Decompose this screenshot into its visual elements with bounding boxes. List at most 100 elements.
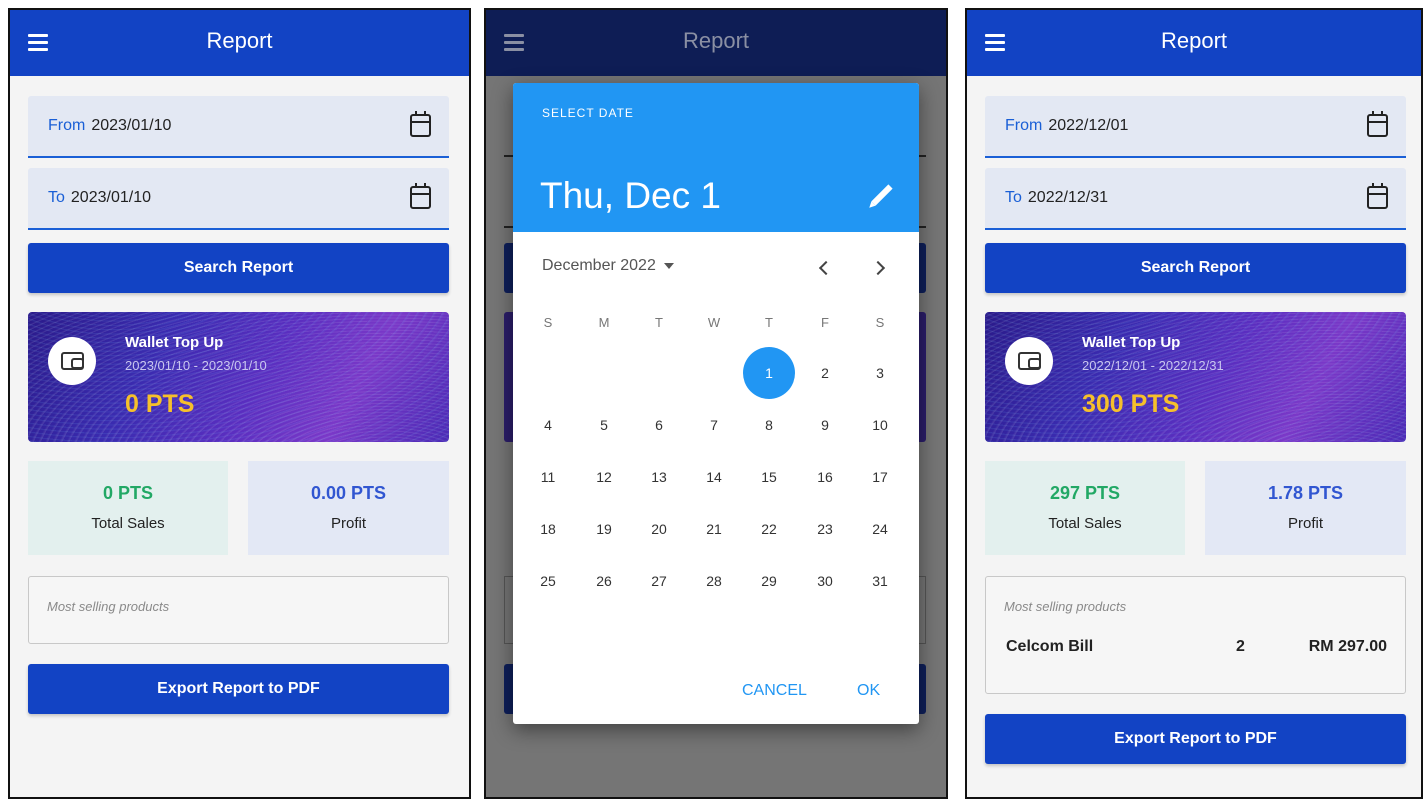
to-label: To: [1005, 189, 1022, 206]
search-report-button[interactable]: Search Report: [28, 243, 449, 293]
total-sales-value: 297 PTS: [1049, 483, 1121, 503]
calendar-icon[interactable]: [410, 183, 431, 209]
calendar-day[interactable]: 12: [582, 455, 626, 499]
to-date-value: 2022/12/31: [1027, 189, 1108, 206]
chevron-left-icon[interactable]: [813, 257, 835, 279]
calendar-day[interactable]: 16: [803, 455, 847, 499]
month-year-label: December 2022: [542, 257, 656, 274]
wallet-title: Wallet Top Up: [1082, 334, 1181, 351]
calendar-day[interactable]: 17: [858, 455, 902, 499]
calendar-day[interactable]: 6: [637, 403, 681, 447]
from-date-value: 2023/01/10: [91, 117, 172, 134]
weekday-label: F: [821, 315, 829, 330]
wallet-date-range: 2022/12/01 - 2022/12/31: [1082, 358, 1224, 373]
to-date-value: 2023/01/10: [70, 189, 151, 206]
product-name: Celcom Bill: [1006, 638, 1094, 655]
selected-date: Thu, Dec 1: [540, 175, 721, 216]
calendar-day[interactable]: 30: [803, 559, 847, 603]
calendar-day[interactable]: 7: [692, 403, 736, 447]
calendar-day-selected[interactable]: 1: [743, 347, 795, 399]
from-label: From: [1005, 117, 1043, 134]
calendar-day[interactable]: 2: [803, 351, 847, 395]
export-pdf-button[interactable]: Export Report to PDF: [28, 664, 449, 714]
weekday-label: S: [543, 315, 553, 330]
app-bar: Report: [967, 10, 1421, 76]
profit-card: 1.78 PTS Profit: [1205, 461, 1406, 555]
wallet-title: Wallet Top Up: [125, 334, 224, 351]
calendar-day[interactable]: 15: [747, 455, 791, 499]
calendar-icon[interactable]: [1367, 111, 1388, 137]
from-date-value: 2022/12/01: [1048, 117, 1129, 134]
calendar-day[interactable]: 27: [637, 559, 681, 603]
wallet-card: Wallet Top Up 2023/01/10 - 2023/01/10 0 …: [28, 312, 449, 442]
calendar-day[interactable]: 5: [582, 403, 626, 447]
calendar-day[interactable]: 20: [637, 507, 681, 551]
profit-label: Profit: [330, 515, 366, 532]
calendar-day[interactable]: 25: [526, 559, 570, 603]
calendar-day[interactable]: 22: [747, 507, 791, 551]
calendar-day[interactable]: 29: [747, 559, 791, 603]
report-screen-results: Report From 2022/12/01 To 2022/12/31 Searc…: [965, 8, 1423, 799]
app-bar: Report: [486, 10, 946, 76]
wallet-date-range: 2023/01/10 - 2023/01/10: [125, 358, 267, 373]
calendar-day[interactable]: 13: [637, 455, 681, 499]
weekday-label: W: [707, 315, 721, 330]
calendar-day[interactable]: 23: [803, 507, 847, 551]
most-selling-label: Most selling products: [1004, 599, 1127, 614]
to-date-field[interactable]: To 2022/12/31: [985, 168, 1406, 230]
calendar-icon[interactable]: [1367, 183, 1388, 209]
page-title: Report: [206, 28, 273, 53]
product-quantity: 2: [1236, 638, 1245, 655]
chevron-right-icon[interactable]: [869, 257, 891, 279]
calendar-day[interactable]: 19: [582, 507, 626, 551]
date-picker-dialog: SELECT DATE Thu, Dec 1 December 2022 S M T…: [513, 83, 919, 724]
report-screen-date-picker: Report SELECT DATE Thu, Dec 1 December 2…: [484, 8, 948, 799]
app-bar: Report: [10, 10, 469, 76]
product-amount: RM 297.00: [1308, 638, 1387, 655]
from-date-field[interactable]: From 2023/01/10: [28, 96, 449, 158]
calendar-icon[interactable]: [410, 111, 431, 137]
avatar: [1005, 337, 1053, 385]
calendar-day[interactable]: 8: [747, 403, 791, 447]
calendar-day[interactable]: 24: [858, 507, 902, 551]
calendar-day[interactable]: 10: [858, 403, 902, 447]
profit-label: Profit: [1287, 515, 1323, 532]
weekday-label: T: [655, 315, 663, 330]
calendar-day[interactable]: 18: [526, 507, 570, 551]
total-sales-value: 0 PTS: [102, 483, 154, 503]
wallet-icon: [61, 352, 84, 370]
export-pdf-button[interactable]: Export Report to PDF: [985, 714, 1406, 764]
total-sales-card: 0 PTS Total Sales: [28, 461, 228, 555]
calendar-day[interactable]: 14: [692, 455, 736, 499]
month-year-selector[interactable]: December 2022: [542, 257, 674, 275]
calendar-day[interactable]: 9: [803, 403, 847, 447]
wallet-card: Wallet Top Up 2022/12/01 - 2022/12/31 30…: [985, 312, 1406, 442]
report-screen-empty: Report From 2023/01/10 To 2023/01/10 Searc…: [8, 8, 471, 799]
from-label: From: [48, 117, 86, 134]
profit-card: 0.00 PTS Profit: [248, 461, 449, 555]
profit-value: 0.00 PTS: [310, 483, 387, 503]
calendar-day[interactable]: 26: [582, 559, 626, 603]
most-selling-products-box: Most selling products Celcom Bill 2 RM 2…: [985, 576, 1406, 694]
date-picker-header: SELECT DATE Thu, Dec 1: [513, 83, 919, 232]
calendar-day[interactable]: 3: [858, 351, 902, 395]
weekday-label: M: [598, 315, 610, 330]
ok-button[interactable]: OK: [857, 682, 880, 700]
cancel-button[interactable]: CANCEL: [742, 682, 807, 700]
to-label: To: [48, 189, 65, 206]
most-selling-label: Most selling products: [47, 599, 170, 614]
calendar-day[interactable]: 28: [692, 559, 736, 603]
wallet-icon: [1018, 352, 1041, 370]
calendar-day[interactable]: 4: [526, 403, 570, 447]
weekday-label: S: [875, 315, 885, 330]
page-title: Report: [1160, 28, 1228, 53]
dropdown-arrow-icon: [663, 262, 674, 269]
pencil-icon[interactable]: [871, 184, 893, 206]
from-date-field[interactable]: From 2022/12/01: [985, 96, 1406, 158]
calendar-day[interactable]: 11: [526, 455, 570, 499]
to-date-field[interactable]: To 2023/01/10: [28, 168, 449, 230]
search-report-button[interactable]: Search Report: [985, 243, 1406, 293]
calendar-day[interactable]: 31: [858, 559, 902, 603]
calendar-day[interactable]: 21: [692, 507, 736, 551]
most-selling-products-box: Most selling products: [28, 576, 449, 644]
